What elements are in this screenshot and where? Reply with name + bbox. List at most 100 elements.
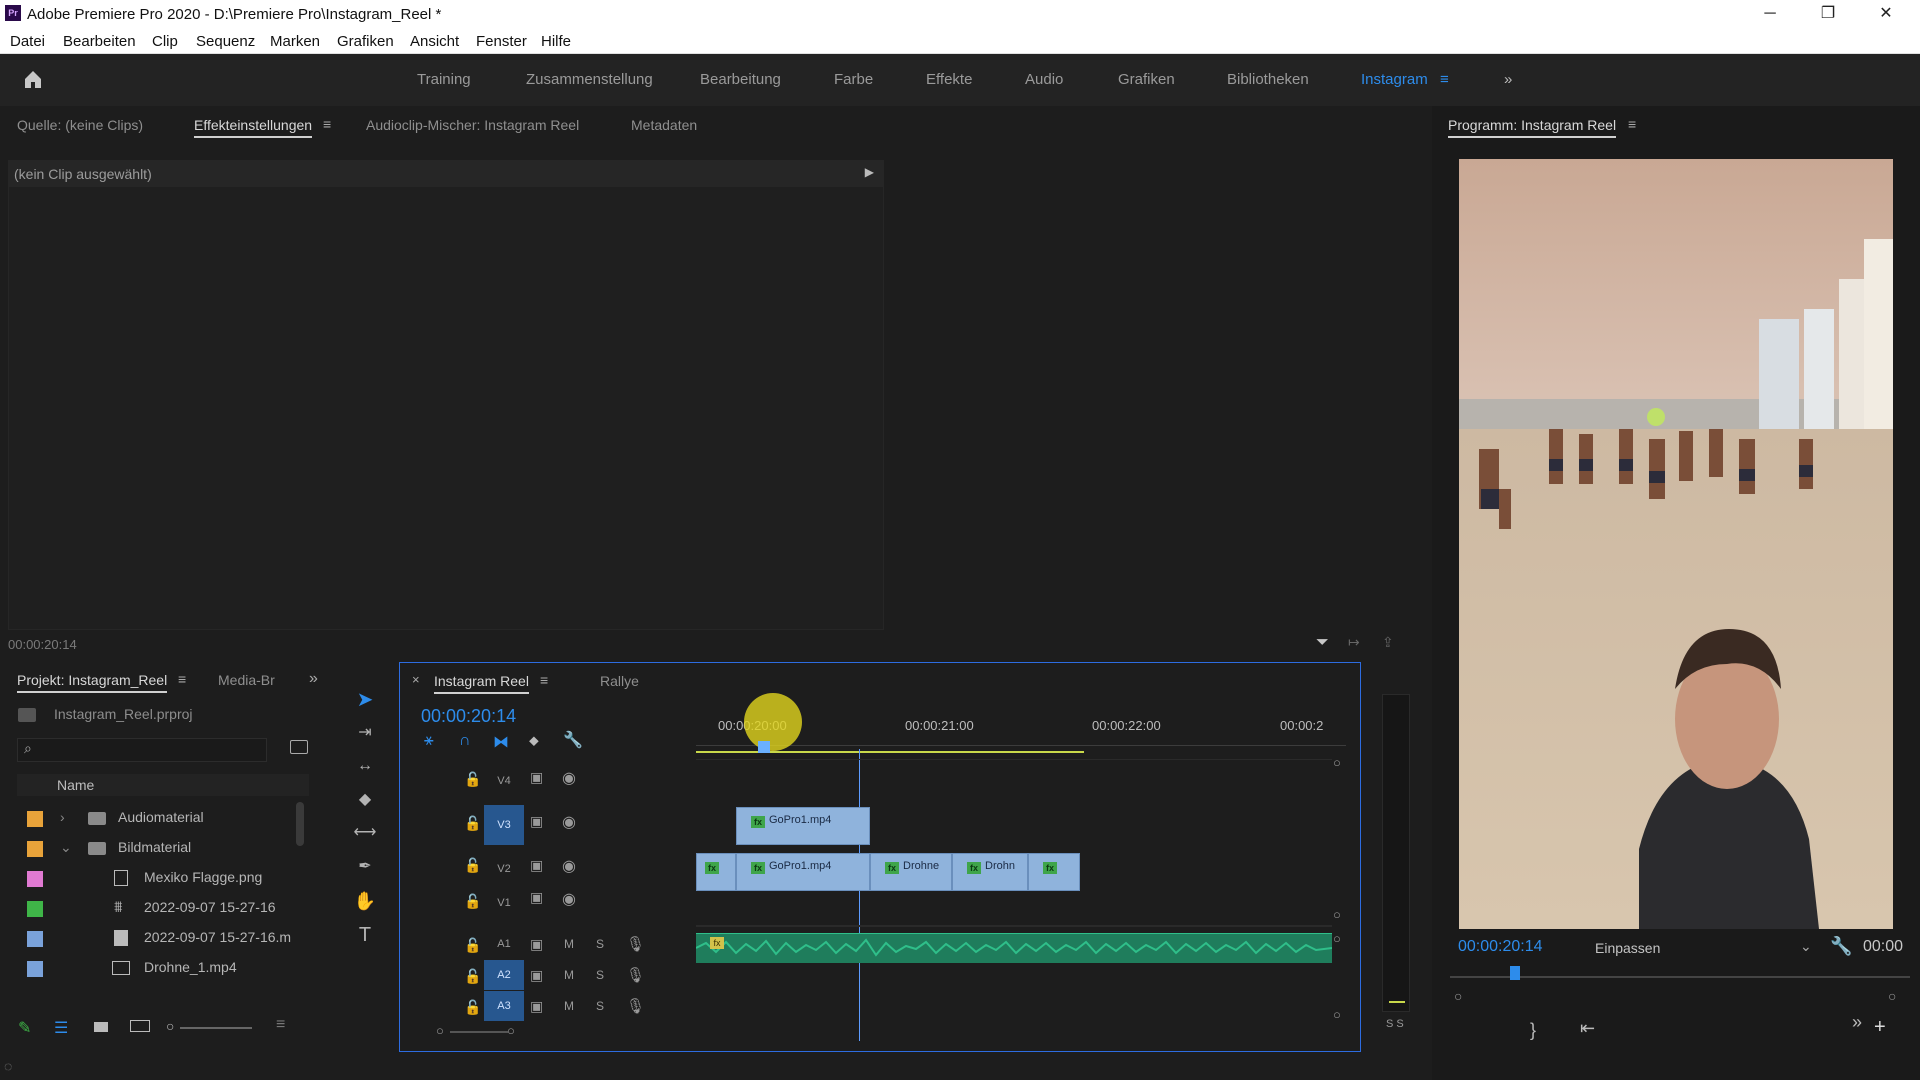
microphone-icon[interactable]: 🎙 [626, 935, 645, 953]
sort-icon[interactable]: ≡ [276, 1016, 285, 1034]
solo-button[interactable]: S [596, 937, 604, 951]
label-color-swatch[interactable] [27, 871, 43, 887]
timeline-clip[interactable]: fx GoPro1.mp4 [736, 807, 870, 845]
workspace-bibliotheken[interactable]: Bibliotheken [1227, 71, 1309, 88]
expand-chevron-icon[interactable]: › [60, 809, 65, 825]
track-label-a1[interactable]: A1 [484, 927, 524, 961]
scroll-handle[interactable]: ○ [1333, 931, 1341, 946]
timeline-clip[interactable]: fx Drohne [870, 853, 952, 891]
add-marker-icon[interactable]: ⬥ [529, 732, 539, 749]
workspace-zusammenstellung[interactable]: Zusammenstellung [526, 71, 653, 88]
eye-icon[interactable]: ◉ [562, 889, 576, 909]
menu-sequenz[interactable]: Sequenz [196, 33, 255, 50]
program-menu-icon[interactable]: ≡ [1628, 116, 1636, 132]
menu-clip[interactable]: Clip [152, 33, 178, 50]
pencil-icon[interactable]: ✎ [18, 1018, 31, 1038]
ripple-edit-icon[interactable]: ↔ [350, 751, 380, 781]
list-item[interactable]: Mexiko Flagge.png [16, 863, 306, 892]
project-column-header[interactable]: Name [17, 774, 309, 796]
mute-button[interactable]: M [564, 999, 574, 1013]
list-item[interactable]: 2022-09-07 15-27-16.m [16, 923, 306, 952]
playhead-line[interactable] [859, 749, 860, 1041]
tab-effect-controls[interactable]: Effekteinstellungen [194, 117, 313, 138]
mark-out-icon[interactable]: } [1530, 1020, 1536, 1041]
program-playhead[interactable] [1510, 966, 1520, 980]
lock-icon[interactable]: 🔓 [464, 893, 481, 910]
solo-button[interactable]: S [596, 999, 604, 1013]
playhead-handle[interactable] [758, 741, 770, 753]
restore-button[interactable]: ❐ [1808, 2, 1848, 26]
home-icon[interactable] [22, 68, 44, 90]
sync-icon[interactable]: ▣ [530, 889, 543, 906]
minimize-button[interactable]: ─ [1750, 2, 1790, 26]
timeline-settings-icon[interactable]: 🔧 [563, 730, 583, 750]
list-item[interactable]: ⌄ Bildmaterial [16, 833, 306, 862]
menu-fenster[interactable]: Fenster [476, 33, 527, 50]
workspace-instagram[interactable]: Instagram [1361, 71, 1428, 88]
selection-tool-icon[interactable]: ➤ [350, 685, 380, 715]
fit-dropdown-chevron-icon[interactable]: ⌄ [1800, 938, 1812, 955]
tab-project[interactable]: Projekt: Instagram_Reel [17, 672, 168, 693]
list-item[interactable]: › Audiomaterial [16, 803, 306, 832]
freeform-view-icon[interactable] [130, 1020, 150, 1032]
timeline-zoom-bar[interactable] [450, 1031, 508, 1033]
menu-grafiken[interactable]: Grafiken [337, 33, 394, 50]
hand-icon[interactable]: ✋ [350, 886, 380, 916]
eye-icon[interactable]: ◉ [562, 768, 576, 788]
timeline-clip[interactable]: fx GoPro1.mp4 [736, 853, 870, 891]
sync-icon[interactable]: ▣ [530, 936, 543, 953]
audio-clip[interactable]: fx [695, 933, 1333, 963]
workspace-overflow-icon[interactable]: » [1504, 71, 1512, 88]
meter-solo-labels[interactable]: S S [1386, 1018, 1404, 1030]
track-select-icon[interactable]: ⇥ [350, 718, 380, 748]
project-menu-icon[interactable]: ≡ [178, 671, 186, 687]
program-timecode[interactable]: 00:00:20:14 [1458, 938, 1543, 956]
timeline-clip[interactable]: fx [1028, 853, 1080, 891]
zoom-slider[interactable] [180, 1027, 252, 1029]
microphone-icon[interactable]: 🎙 [626, 966, 645, 984]
label-color-swatch[interactable] [27, 901, 43, 917]
tab-media-browser[interactable]: Media-Br [218, 672, 275, 688]
lock-icon[interactable]: 🔓 [464, 968, 481, 985]
mute-button[interactable]: M [564, 968, 574, 982]
timeline-timecode[interactable]: 00:00:20:14 [421, 706, 516, 727]
track-label-v4[interactable]: V4 [484, 761, 524, 801]
program-title[interactable]: Programm: Instagram Reel [1448, 117, 1617, 138]
zoom-left-handle[interactable]: ○ [436, 1023, 444, 1038]
track-label-v3[interactable]: V3 [484, 805, 524, 845]
timeline-clip[interactable]: fx Drohn [952, 853, 1028, 891]
workspace-training[interactable]: Training [417, 71, 471, 88]
sync-icon[interactable]: ▣ [530, 967, 543, 984]
solo-button[interactable]: S [596, 968, 604, 982]
timeline-clip[interactable]: fx [696, 853, 736, 891]
zoom-right-handle[interactable]: ○ [507, 1023, 515, 1038]
add-button-icon[interactable]: + [1874, 1016, 1886, 1039]
program-overflow-icon[interactable]: » [1852, 1012, 1862, 1033]
snap-magnet-icon[interactable]: ∩ [459, 732, 471, 750]
work-area-bar[interactable] [696, 751, 1084, 753]
go-to-in-icon[interactable]: ⇤ [1580, 1018, 1595, 1039]
track-label-a2[interactable]: A2 [484, 960, 524, 990]
zoom-slider-handle[interactable]: ○ [166, 1018, 174, 1034]
workspace-bearbeitung[interactable]: Bearbeitung [700, 71, 781, 88]
label-color-swatch[interactable] [27, 961, 43, 977]
mute-button[interactable]: M [564, 937, 574, 951]
sync-icon[interactable]: ▣ [530, 813, 543, 830]
menu-datei[interactable]: Datei [10, 33, 45, 50]
menu-hilfe[interactable]: Hilfe [541, 33, 571, 50]
new-bin-icon[interactable] [290, 740, 308, 754]
slip-icon[interactable]: ⟷ [350, 818, 380, 848]
zoom-right-handle[interactable]: ○ [1888, 988, 1896, 1004]
project-overflow-icon[interactable]: » [309, 670, 318, 688]
sync-icon[interactable]: ▣ [530, 857, 543, 874]
tab-rallye[interactable]: Rallye [600, 673, 639, 689]
tab-audio-clip-mixer[interactable]: Audioclip-Mischer: Instagram Reel [366, 117, 579, 133]
workspace-audio[interactable]: Audio [1025, 71, 1063, 88]
wrench-icon[interactable]: 🔧 [1830, 936, 1852, 957]
zoom-left-handle[interactable]: ○ [1454, 988, 1462, 1004]
lock-icon[interactable]: 🔓 [464, 999, 481, 1016]
track-label-v1[interactable]: V1 [484, 883, 524, 923]
sync-icon[interactable]: ▣ [530, 998, 543, 1015]
pen-icon[interactable]: ✒ [350, 852, 380, 882]
scroll-handle[interactable]: ○ [1333, 907, 1341, 922]
